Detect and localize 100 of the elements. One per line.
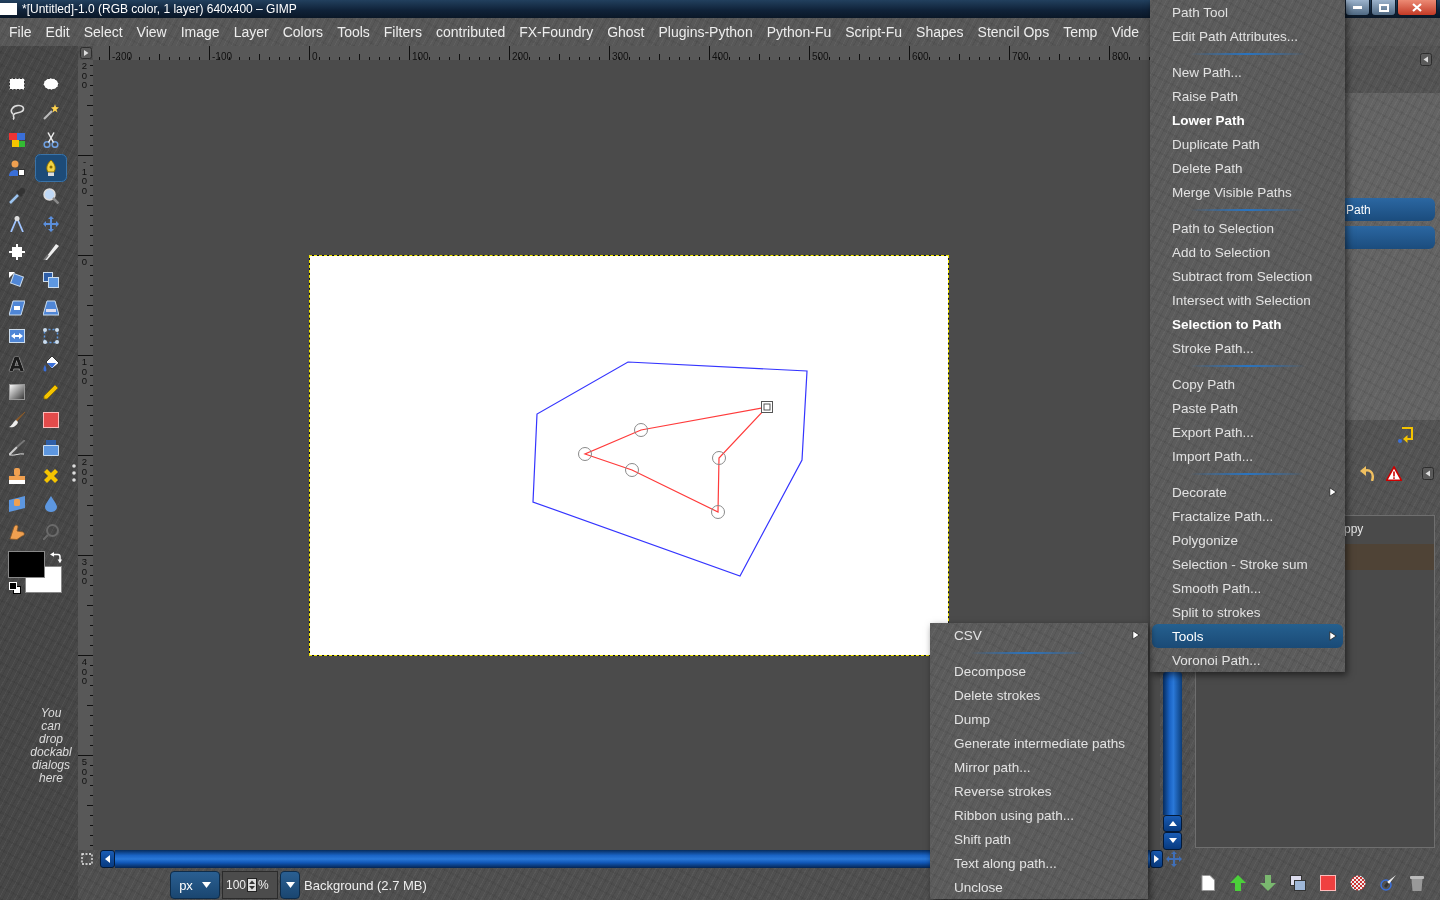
menu-item[interactable]: Selection to Path — [1152, 312, 1343, 336]
bandage-icon[interactable] — [43, 468, 59, 484]
menu-item[interactable]: Ribbon using path... — [932, 803, 1146, 827]
menu-item[interactable]: Shift path — [932, 827, 1146, 851]
menu-item[interactable]: Mirror path... — [932, 755, 1146, 779]
menu-item[interactable]: Polygonize — [1152, 528, 1343, 552]
menu-item[interactable]: Reverse strokes — [932, 779, 1146, 803]
menu-item[interactable]: Merge Visible Paths — [1152, 180, 1343, 204]
menu-bar-item[interactable]: Python-Fu — [766, 24, 832, 40]
menu-item[interactable]: Copy Path — [1152, 372, 1343, 396]
menu-bar-item[interactable]: View — [136, 24, 167, 40]
airbrush-icon[interactable] — [8, 440, 25, 456]
lasso-icon[interactable] — [8, 104, 25, 120]
checkered-circle-icon[interactable] — [1350, 875, 1366, 891]
menu-bar-item[interactable]: Shapes — [916, 24, 964, 40]
brush-icon[interactable] — [8, 412, 25, 428]
menu-item[interactable]: Voronoi Path... — [1152, 648, 1343, 672]
dashed-square-icon[interactable] — [81, 853, 93, 865]
menu-item[interactable]: CSV — [932, 623, 1146, 647]
scroll-up-button[interactable] — [1163, 815, 1182, 832]
gradient-icon[interactable] — [8, 384, 25, 400]
menu-bar-item[interactable]: Ghost — [607, 24, 645, 40]
dashed-ellipse-icon[interactable] — [43, 76, 59, 92]
unit-dropdown[interactable]: px — [170, 871, 220, 899]
menu-item[interactable]: Raise Path — [1152, 84, 1343, 108]
move-icon[interactable] — [43, 216, 59, 232]
menu-bar-item[interactable]: Layer — [233, 24, 269, 40]
menu-item[interactable]: Delete Path — [1152, 156, 1343, 180]
triangle-button-icon[interactable] — [1420, 53, 1432, 66]
minimize-button[interactable] — [1345, 0, 1370, 16]
menu-item[interactable]: Path to Selection — [1152, 216, 1343, 240]
zoom-dropdown[interactable] — [280, 871, 300, 899]
menu-item[interactable]: Intersect with Selection — [1152, 288, 1343, 312]
compass-icon[interactable] — [8, 216, 25, 232]
paintbrush-icon[interactable] — [1380, 875, 1396, 891]
menu-item[interactable]: Lower Path — [1152, 108, 1343, 132]
menu-bar-item[interactable]: FX-Foundry — [519, 24, 594, 40]
menu-bar-item[interactable]: Colors — [282, 24, 324, 40]
menu-item[interactable]: Edit Path Attributes... — [1152, 24, 1343, 48]
vertical-scrollbar[interactable] — [1163, 672, 1182, 815]
menu-bar-item[interactable]: Script-Fu — [845, 24, 903, 40]
pencil-icon[interactable] — [43, 384, 59, 400]
menu-bar-item[interactable]: Temp — [1063, 24, 1098, 40]
ink-bottle-icon[interactable] — [43, 440, 59, 456]
blank-page-icon[interactable] — [1200, 875, 1216, 891]
tilted-stamp-icon[interactable] — [8, 496, 25, 512]
overlapping-squares-icon[interactable] — [43, 272, 59, 288]
warning-icon[interactable] — [1386, 465, 1402, 481]
menu-bar-item[interactable]: File — [9, 24, 32, 40]
menu-item[interactable]: Smooth Path... — [1152, 576, 1343, 600]
menu-item[interactable]: Fractalize Path... — [1152, 504, 1343, 528]
scissors-icon[interactable] — [43, 132, 59, 148]
square-handles-icon[interactable] — [8, 244, 25, 260]
menu-item[interactable]: Tools — [1152, 624, 1343, 648]
menu-item[interactable]: Unclose — [932, 875, 1146, 899]
menu-item[interactable]: New Path... — [1152, 60, 1343, 84]
drop-icon[interactable] — [43, 496, 59, 512]
grip-icon[interactable] — [72, 464, 76, 482]
triangle-button-icon[interactable] — [79, 47, 92, 59]
menu-item[interactable]: Import Path... — [1152, 444, 1343, 468]
menu-bar-item[interactable]: Stencil Ops — [977, 24, 1050, 40]
dotted-frame-icon[interactable] — [43, 328, 59, 344]
wand-icon[interactable] — [43, 104, 59, 120]
bucket-icon[interactable] — [43, 356, 59, 372]
menu-item[interactable]: Dump — [932, 707, 1146, 731]
trash-icon[interactable] — [1410, 875, 1424, 891]
menu-item[interactable]: Duplicate Path — [1152, 132, 1343, 156]
menu-item[interactable]: Add to Selection — [1152, 240, 1343, 264]
figure-icon[interactable] — [8, 160, 25, 176]
eyedropper-icon[interactable] — [8, 188, 25, 204]
scroll-down-button[interactable] — [1163, 832, 1182, 850]
menu-bar-item[interactable]: Edit — [45, 24, 70, 40]
menu-item[interactable]: Delete strokes — [932, 683, 1146, 707]
menu-bar-item[interactable]: Select — [83, 24, 123, 40]
menu-item[interactable]: Decompose — [932, 659, 1146, 683]
scroll-left-button[interactable] — [100, 850, 115, 868]
stamp-icon[interactable] — [8, 468, 25, 484]
stacked-squares-icon[interactable] — [1290, 875, 1306, 891]
knife-icon[interactable] — [43, 244, 59, 260]
menu-item[interactable]: Selection - Stroke sum — [1152, 552, 1343, 576]
color-squares-icon[interactable] — [8, 132, 25, 148]
close-button[interactable] — [1397, 0, 1437, 16]
menu-bar-item[interactable]: Filters — [383, 24, 422, 40]
menu-item[interactable]: Text along path... — [932, 851, 1146, 875]
menu-bar-item[interactable]: Image — [180, 24, 220, 40]
zoom-field[interactable]: 100 % — [222, 871, 278, 899]
maximize-button[interactable] — [1371, 0, 1396, 16]
dashed-rectangle-icon[interactable] — [8, 76, 25, 92]
list-row[interactable]: ppy — [1344, 516, 1434, 542]
menu-bar-item[interactable]: contributed — [435, 24, 506, 40]
curved-arrow-icon[interactable] — [1360, 465, 1376, 481]
trapezoid-icon[interactable] — [43, 300, 59, 316]
up-arrow-icon[interactable] — [1230, 875, 1246, 891]
color-swatches-icon[interactable] — [7, 551, 62, 594]
menu-item[interactable]: Split to strokes — [1152, 600, 1343, 624]
menu-item[interactable]: Paste Path — [1152, 396, 1343, 420]
menu-item[interactable]: Stroke Path... — [1152, 336, 1343, 360]
menu-bar-item[interactable]: Tools — [337, 24, 370, 40]
down-arrow-icon[interactable] — [1260, 875, 1276, 891]
pen-nib-icon[interactable] — [35, 154, 67, 182]
